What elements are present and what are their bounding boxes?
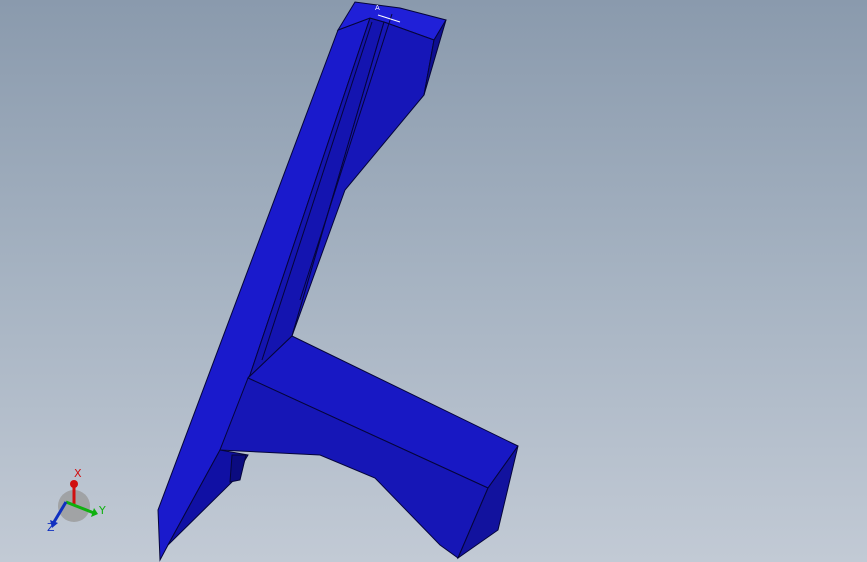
triad-x-label: X: [74, 467, 82, 480]
3d-model[interactable]: [0, 0, 867, 562]
model-column-front-face[interactable]: [157, 17, 371, 562]
triad-y-label: Y: [99, 504, 106, 517]
graphics-viewport[interactable]: A X Y Z: [0, 0, 867, 562]
model-column-side-face[interactable]: [247, 17, 385, 379]
model-base-rib[interactable]: [229, 454, 247, 483]
annotation-label: A: [375, 4, 380, 12]
triad-x-tip: [70, 480, 78, 488]
coordinate-triad-icon[interactable]: X Y Z: [36, 462, 116, 542]
triad-z-label: Z: [47, 521, 55, 534]
